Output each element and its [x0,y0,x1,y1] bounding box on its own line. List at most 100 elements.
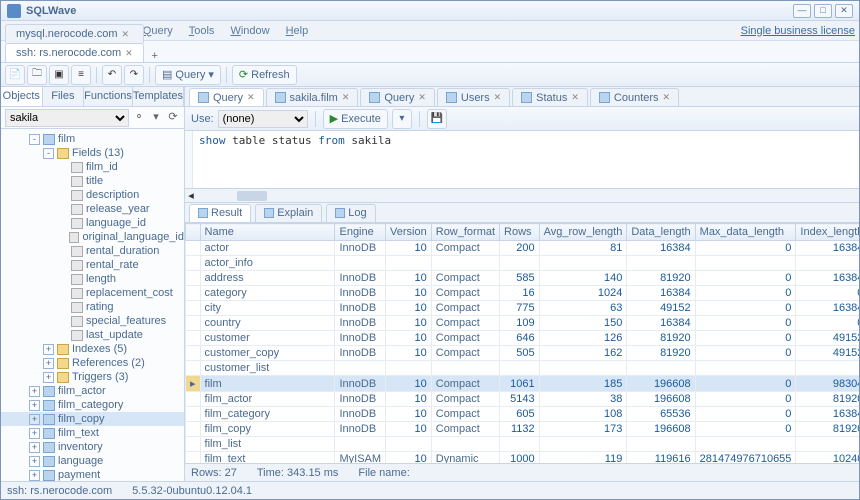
cell[interactable] [539,361,627,376]
cell[interactable]: 10 [386,422,432,437]
tree-node[interactable]: rating [1,300,184,314]
cell[interactable] [796,256,859,271]
cell[interactable]: 0 [695,422,796,437]
cell[interactable]: customer_copy [200,346,335,361]
result-tab-explain[interactable]: Explain [255,204,322,222]
cell[interactable]: Compact [431,316,499,331]
tree-node[interactable]: original_language_id [1,230,184,244]
table-row[interactable]: film_textMyISAM10Dynamic1000119119616281… [186,452,860,464]
cell[interactable]: InnoDB [335,376,386,392]
cell[interactable] [627,256,695,271]
cell[interactable]: InnoDB [335,407,386,422]
cell[interactable]: 81920 [796,422,859,437]
cell[interactable]: 0 [695,241,796,256]
cell[interactable]: 0 [695,316,796,331]
table-row[interactable]: film_copyInnoDB10Compact1132173196608081… [186,422,860,437]
cell[interactable]: Compact [431,301,499,316]
tree-node[interactable]: +References (2) [1,356,184,370]
column-header[interactable]: Max_data_length [695,224,796,241]
table-row[interactable]: film_categoryInnoDB10Compact605108655360… [186,407,860,422]
result-tab-log[interactable]: Log [326,204,375,222]
cell[interactable]: film_list [200,437,335,452]
table-row[interactable]: customer_copyInnoDB10Compact505162819200… [186,346,860,361]
tool-button[interactable]: ↶ [102,65,122,85]
cell[interactable] [500,361,540,376]
cell[interactable] [627,361,695,376]
cell[interactable]: 81920 [627,331,695,346]
tree-expand-icon[interactable]: - [29,134,40,145]
tree-expand-icon[interactable]: + [29,470,40,481]
cell[interactable]: Compact [431,407,499,422]
cell[interactable]: 10 [386,407,432,422]
query-tab[interactable]: Counters ✕ [590,88,679,106]
tree-node[interactable]: rental_duration [1,244,184,258]
column-header[interactable]: Version [386,224,432,241]
table-row[interactable]: actorInnoDB10Compact20081163840163846291… [186,241,860,256]
query-tab[interactable]: Query ✕ [189,88,264,106]
query-tab[interactable]: Users ✕ [437,88,510,106]
cell[interactable] [335,256,386,271]
connection-tab[interactable]: mysql.nerocode.com ✕ [5,24,144,43]
cell[interactable]: 10 [386,452,432,464]
tree-node[interactable]: title [1,174,184,188]
cell[interactable]: city [200,301,335,316]
cell[interactable]: InnoDB [335,331,386,346]
cell[interactable]: Compact [431,346,499,361]
tree-node[interactable]: description [1,188,184,202]
sidebar-tab-functions[interactable]: Functions [84,87,133,106]
cell[interactable]: 108 [539,407,627,422]
table-row[interactable]: film_actorInnoDB10Compact514338196608081… [186,392,860,407]
tool-button[interactable]: ▣ [49,65,69,85]
cell[interactable]: 196608 [627,422,695,437]
tree-expand-icon[interactable]: + [43,344,54,355]
tree-node[interactable]: +language [1,454,184,468]
cell[interactable]: 119 [539,452,627,464]
tree-expand-icon[interactable]: + [29,400,40,411]
new-connection-button[interactable]: + [146,50,164,62]
cell[interactable]: category [200,286,335,301]
tree-node[interactable]: release_year [1,202,184,216]
sidebar-tab-files[interactable]: Files [43,87,85,106]
tree-expand-icon[interactable]: - [43,148,54,159]
tree-node[interactable]: +film_text [1,426,184,440]
object-tree[interactable]: -film-Fields (13)film_idtitledescription… [1,129,184,481]
cell[interactable]: 1132 [500,422,540,437]
cell[interactable]: 16384 [796,241,859,256]
cell[interactable]: 1061 [500,376,540,392]
cell[interactable] [386,437,432,452]
query-tab[interactable]: Query ✕ [360,88,435,106]
cell[interactable]: 0 [796,316,859,331]
cell[interactable]: InnoDB [335,316,386,331]
cell[interactable]: 81920 [627,346,695,361]
cell[interactable]: film_category [200,407,335,422]
cell[interactable] [500,256,540,271]
cell[interactable]: Compact [431,392,499,407]
cell[interactable] [500,437,540,452]
tree-node[interactable]: replacement_cost [1,286,184,300]
table-row[interactable]: film_list [186,437,860,452]
cell[interactable]: 10 [386,316,432,331]
minimize-button[interactable]: — [793,4,811,18]
cell[interactable]: MyISAM [335,452,386,464]
tree-expand-icon[interactable]: + [29,456,40,467]
close-tab-icon[interactable]: ✕ [663,92,671,103]
cell[interactable]: 585 [500,271,540,286]
cell[interactable]: 5143 [500,392,540,407]
cell[interactable]: 10 [386,271,432,286]
cell[interactable]: 10 [386,301,432,316]
cell[interactable]: InnoDB [335,286,386,301]
sort-dropdown-icon[interactable]: ▾ [149,111,163,125]
cell[interactable]: 16384 [627,286,695,301]
cell[interactable]: InnoDB [335,301,386,316]
cell[interactable]: 0 [695,392,796,407]
cell[interactable]: 0 [695,346,796,361]
cell[interactable] [386,256,432,271]
cell[interactable]: 49152 [627,301,695,316]
tree-expand-icon[interactable]: + [43,372,54,383]
cell[interactable] [335,361,386,376]
cell[interactable]: 185 [539,376,627,392]
cell[interactable]: actor [200,241,335,256]
close-tab-icon[interactable]: ✕ [418,92,426,103]
table-row[interactable]: countryInnoDB10Compact109150163840062914… [186,316,860,331]
connection-tab[interactable]: ssh: rs.nerocode.com ✕ [5,43,144,62]
